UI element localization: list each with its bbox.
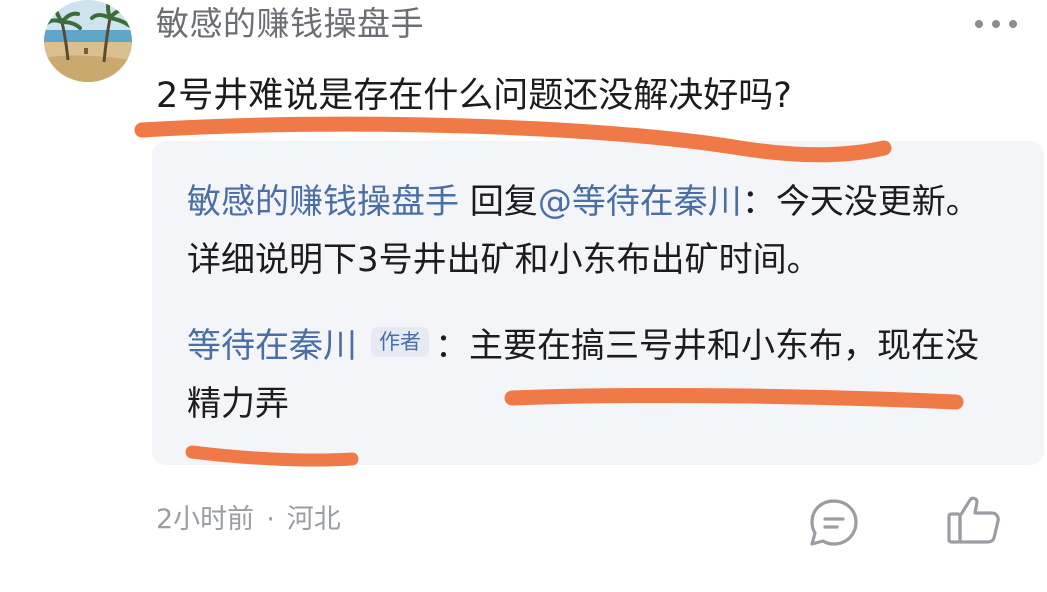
reply-mention-link[interactable]: @等待在秦川 — [538, 182, 742, 222]
timestamp: 2小时前 — [156, 504, 255, 535]
comment-bubble-icon[interactable] — [806, 495, 862, 551]
author-badge: 作者 — [371, 327, 429, 357]
thumbs-up-icon[interactable] — [944, 492, 1004, 548]
reply-item[interactable]: 等待在秦川 作者 ：主要在搞三号井和小东布，现在没精力弄 — [187, 317, 997, 433]
meta-dot: · — [266, 504, 275, 535]
reply-item[interactable]: 敏感的赚钱操盘手 回复@等待在秦川：今天没更新。详细说明下3号井出矿和小东布出矿… — [187, 173, 997, 289]
reply-separator: ： — [435, 326, 469, 366]
reply-separator: ： — [741, 182, 776, 222]
post-username[interactable]: 敏感的赚钱操盘手 — [156, 2, 424, 46]
beach-avatar-image — [44, 0, 132, 82]
reply-author-link[interactable]: 等待在秦川 — [187, 326, 357, 366]
reply-action-label: 回复 — [469, 182, 538, 222]
avatar[interactable] — [44, 0, 132, 82]
location: 河北 — [286, 504, 341, 535]
more-options-icon[interactable] — [966, 10, 1026, 38]
comment-meta: 2小时前 · 河北 — [156, 500, 341, 540]
reply-author-link[interactable]: 敏感的赚钱操盘手 — [187, 182, 459, 222]
comment-text: 2号井难说是存在什么问题还没解决好吗? — [156, 76, 792, 116]
